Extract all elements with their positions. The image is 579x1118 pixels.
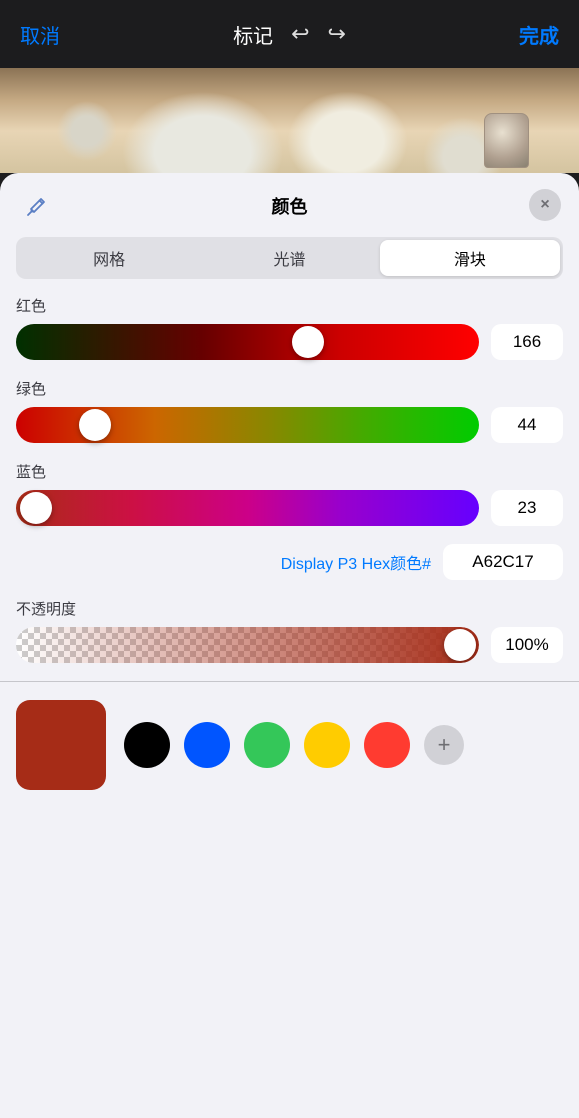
hex-value-box[interactable]: A62C17 xyxy=(443,544,563,580)
blue-label: 蓝色 xyxy=(16,461,563,482)
tab-grid[interactable]: 网格 xyxy=(19,240,199,276)
green-slider-row: 44 xyxy=(16,407,563,443)
close-button[interactable]: × xyxy=(529,189,561,221)
preset-red[interactable] xyxy=(364,722,410,768)
preset-blue[interactable] xyxy=(184,722,230,768)
green-value-box[interactable]: 44 xyxy=(491,407,563,443)
preset-green[interactable] xyxy=(244,722,290,768)
tab-spectrum[interactable]: 光谱 xyxy=(199,240,379,276)
door-knob xyxy=(484,113,529,168)
red-slider-thumb[interactable] xyxy=(292,326,324,358)
red-label: 红色 xyxy=(16,295,563,316)
top-toolbar: 取消 标记 ↩ ↪ 完成 xyxy=(0,0,579,68)
opacity-slider-row: 100% xyxy=(16,627,563,663)
blue-value-box[interactable]: 23 xyxy=(491,490,563,526)
sliders-section: 红色 166 绿色 44 蓝色 xyxy=(0,295,579,663)
red-slider-group: 红色 166 xyxy=(16,295,563,360)
opacity-gradient xyxy=(16,627,479,663)
blue-slider-group: 蓝色 23 xyxy=(16,461,563,526)
panel-header: 颜色 × xyxy=(0,173,579,229)
toolbar-center: 标记 ↩ ↪ xyxy=(233,20,346,49)
color-panel: 颜色 × 网格 光谱 滑块 红色 166 绿色 44 xyxy=(0,173,579,1118)
opacity-slider-thumb[interactable] xyxy=(444,629,476,661)
eyedropper-button[interactable] xyxy=(20,191,52,223)
green-slider-track[interactable] xyxy=(16,407,479,443)
done-button[interactable]: 完成 xyxy=(519,20,559,49)
panel-title: 颜色 xyxy=(272,193,308,219)
hex-label: Display P3 Hex颜色# xyxy=(281,550,431,574)
undo-button[interactable]: ↩ xyxy=(291,21,309,47)
swatches-section: + xyxy=(0,700,579,790)
opacity-value-box[interactable]: 100% xyxy=(491,627,563,663)
red-slider-track[interactable] xyxy=(16,324,479,360)
redo-button[interactable]: ↪ xyxy=(328,21,346,47)
tab-sliders[interactable]: 滑块 xyxy=(380,240,560,276)
divider xyxy=(0,681,579,682)
blue-slider-track[interactable] xyxy=(16,490,479,526)
toolbar-title: 标记 xyxy=(233,20,273,49)
opacity-slider-track[interactable] xyxy=(16,627,479,663)
green-slider-thumb[interactable] xyxy=(79,409,111,441)
preset-swatches: + xyxy=(124,722,563,768)
blue-slider-row: 23 xyxy=(16,490,563,526)
red-value-box[interactable]: 166 xyxy=(491,324,563,360)
preset-yellow[interactable] xyxy=(304,722,350,768)
hex-row: Display P3 Hex颜色# A62C17 xyxy=(16,544,563,580)
image-preview xyxy=(0,68,579,173)
preset-black[interactable] xyxy=(124,722,170,768)
green-slider-group: 绿色 44 xyxy=(16,378,563,443)
tabs-container: 网格 光谱 滑块 xyxy=(16,237,563,279)
red-slider-row: 166 xyxy=(16,324,563,360)
opacity-slider-group: 不透明度 100% xyxy=(16,598,563,663)
current-color-swatch[interactable] xyxy=(16,700,106,790)
opacity-label: 不透明度 xyxy=(16,598,563,619)
green-label: 绿色 xyxy=(16,378,563,399)
add-color-button[interactable]: + xyxy=(424,725,464,765)
blue-slider-thumb[interactable] xyxy=(20,492,52,524)
cancel-button[interactable]: 取消 xyxy=(20,20,60,49)
